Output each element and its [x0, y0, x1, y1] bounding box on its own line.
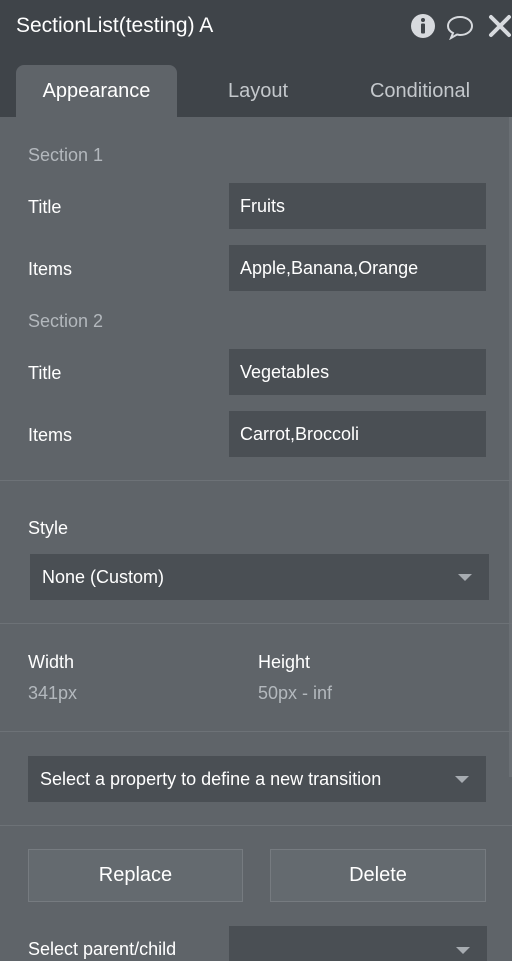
section-1-items-field[interactable]: Apple,Banana,Orange [229, 245, 486, 291]
transition-placeholder: Select a property to define a new transi… [40, 769, 382, 789]
tab-appearance[interactable]: Appearance [16, 65, 177, 117]
comment-icon[interactable] [446, 12, 474, 40]
chevron-down-icon [456, 947, 470, 954]
width-label: Width [28, 652, 75, 672]
tab-conditional[interactable]: Conditional [340, 65, 500, 117]
section-1-items-label: Items [28, 259, 73, 279]
style-label: Style [28, 518, 69, 538]
chevron-down-icon [458, 574, 472, 581]
divider [0, 480, 512, 481]
section-1-heading: Section 1 [28, 145, 104, 165]
section-2-heading: Section 2 [28, 311, 104, 331]
info-icon[interactable] [409, 12, 437, 40]
parent-child-dropdown[interactable] [229, 926, 487, 961]
style-selected-value: None (Custom) [42, 567, 165, 587]
section-2-items-field[interactable]: Carrot,Broccoli [229, 411, 486, 457]
style-dropdown[interactable]: None (Custom) [30, 554, 489, 600]
section-2-items-label: Items [28, 425, 73, 445]
section-2-title-field[interactable]: Vegetables [229, 349, 486, 395]
tab-bar: Appearance Layout Conditional [0, 52, 512, 117]
divider [0, 623, 512, 624]
select-parent-child-label: Select parent/child [28, 939, 177, 959]
close-icon[interactable] [486, 12, 512, 40]
height-value: 50px - inf [258, 683, 333, 703]
replace-button[interactable]: Replace [28, 849, 243, 902]
transition-dropdown[interactable]: Select a property to define a new transi… [28, 756, 486, 802]
width-value: 341px [28, 683, 78, 703]
section-2-title-label: Title [28, 363, 62, 383]
section-1-title-label: Title [28, 197, 62, 217]
panel-header: SectionList(testing) A [0, 0, 512, 52]
panel-title: SectionList(testing) A [16, 14, 214, 37]
divider [0, 825, 512, 826]
delete-button[interactable]: Delete [270, 849, 486, 902]
height-label: Height [258, 652, 311, 672]
tab-layout[interactable]: Layout [190, 65, 326, 117]
section-1-title-field[interactable]: Fruits [229, 183, 486, 229]
chevron-down-icon [455, 776, 469, 783]
divider [0, 731, 512, 732]
